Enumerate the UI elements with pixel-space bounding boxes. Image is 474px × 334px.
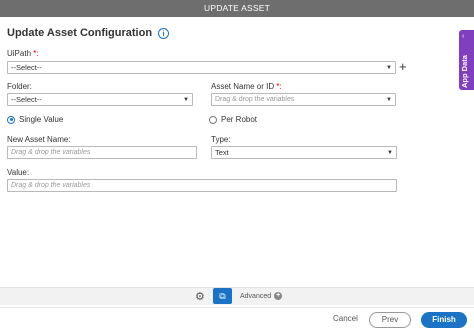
page-title: Update Asset Configuration: [7, 27, 153, 39]
info-icon[interactable]: i: [158, 27, 170, 39]
cancel-button[interactable]: Cancel: [333, 314, 358, 323]
radio-per-robot[interactable]: Per Robot: [209, 115, 257, 124]
plus-circle-icon: +: [274, 292, 283, 300]
advanced-label: Advanced: [240, 292, 272, 300]
form-heading: Update Asset Configuration i: [7, 27, 170, 39]
chevron-down-icon: ▼: [387, 150, 393, 156]
radio-button-checked[interactable]: [7, 115, 15, 124]
app-data-label: App Data: [460, 55, 469, 88]
preview-icon[interactable]: ⧉: [213, 288, 232, 304]
folder-label: Folder:: [7, 82, 32, 91]
folder-select-value: --Select--: [11, 95, 42, 104]
advanced-toggle[interactable]: Advanced +: [240, 292, 283, 300]
uipath-select-value: --Select--: [11, 63, 42, 72]
new-asset-name-field[interactable]: Drag & drop the variables: [7, 146, 197, 159]
prev-button[interactable]: Prev: [369, 312, 411, 328]
type-select[interactable]: Text ▼: [211, 146, 397, 159]
radio-button[interactable]: [209, 115, 217, 124]
type-label: Type:: [211, 135, 231, 144]
asset-name-select[interactable]: Drag & drop the variables ▼: [211, 93, 396, 106]
type-select-value: Text: [215, 148, 229, 157]
folder-select[interactable]: --Select-- ▼: [7, 93, 193, 106]
value-field[interactable]: Drag & drop the variables: [7, 179, 397, 192]
chevron-down-icon: ▼: [183, 97, 189, 103]
uipath-label: UiPath *:: [7, 49, 39, 58]
asset-name-placeholder: Drag & drop the variables: [215, 96, 295, 103]
chevron-down-icon: ▼: [386, 65, 392, 71]
bottom-toolbar: [0, 287, 474, 305]
chevron-down-icon: ▼: [386, 97, 392, 103]
gear-icon[interactable]: ⚙: [195, 290, 205, 303]
chevron-left-icon: ‹: [462, 33, 465, 40]
add-uipath-icon[interactable]: +: [399, 60, 407, 73]
radio-per-robot-label: Per Robot: [221, 115, 258, 124]
uipath-select[interactable]: --Select-- ▼: [7, 61, 396, 74]
new-asset-name-label: New Asset Name:: [7, 135, 71, 144]
radio-single-value-label: Single Value: [19, 115, 64, 124]
app-data-panel-tab[interactable]: ‹ App Data: [459, 30, 474, 90]
window-title: UPDATE ASSET: [0, 0, 474, 17]
asset-name-label: Asset Name or ID *:: [211, 82, 282, 91]
finish-button[interactable]: Finish: [421, 312, 467, 328]
value-label: Value:: [7, 168, 30, 177]
radio-single-value[interactable]: Single Value: [7, 115, 63, 124]
